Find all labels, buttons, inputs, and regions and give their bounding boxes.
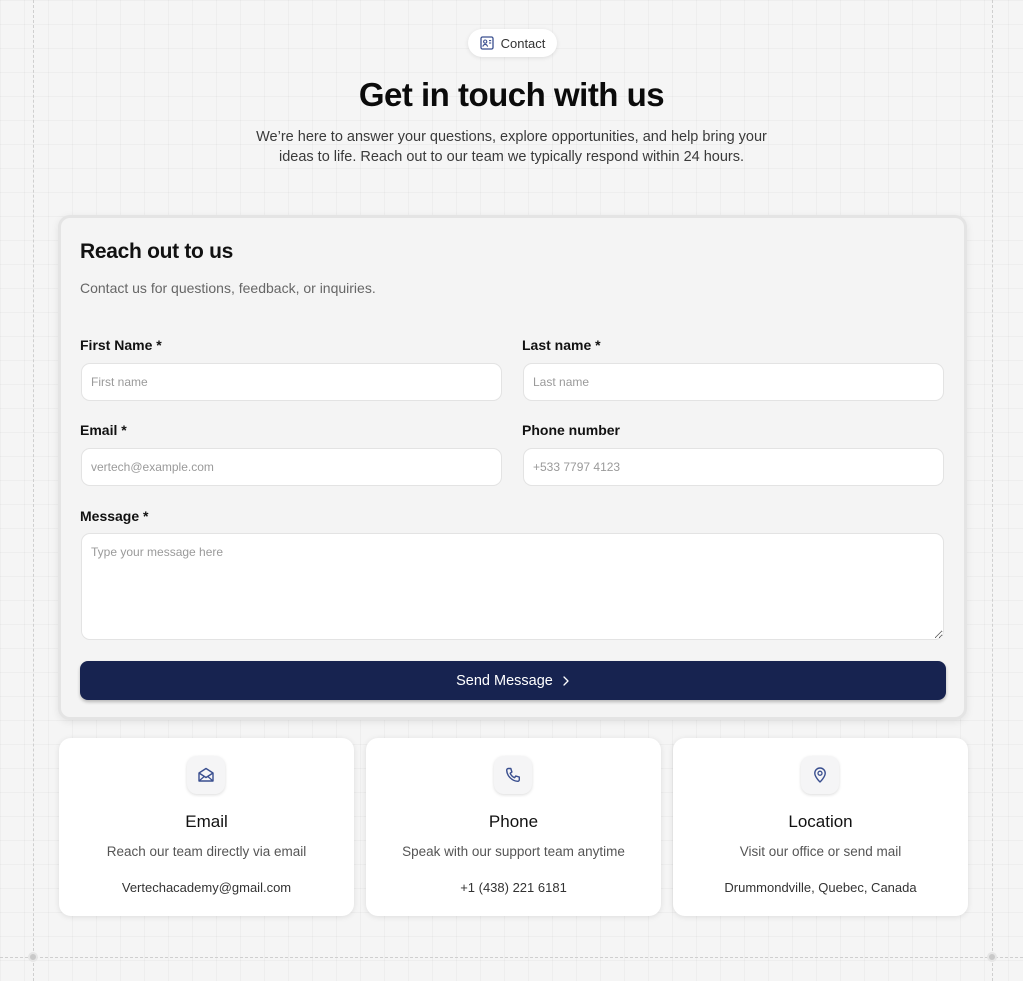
first-name-label: First Name * — [80, 337, 162, 353]
send-message-button[interactable]: Send Message — [80, 661, 946, 700]
page-subtitle: We’re here to answer your questions, exp… — [256, 129, 767, 165]
chevron-right-icon — [563, 675, 569, 686]
phone-card: Phone Speak with our support team anytim… — [366, 738, 661, 916]
contact-card-icon — [479, 36, 494, 50]
guide-line-bottom — [0, 957, 1023, 958]
guide-dot-left — [28, 952, 38, 962]
send-message-label: Send Message — [456, 672, 553, 689]
contact-form: Reach out to us Contact us for questions… — [58, 215, 967, 720]
last-name-input[interactable] — [523, 363, 944, 401]
phone-card-icon-box — [494, 756, 532, 794]
email-card-description: Reach our team directly via email — [106, 844, 307, 859]
form-title: Reach out to us — [80, 240, 234, 263]
message-label: Message * — [80, 508, 149, 524]
email-card-icon-box — [187, 756, 225, 794]
email-label: Email * — [80, 422, 127, 438]
location-card-title: Location — [788, 812, 853, 831]
mail-icon — [198, 767, 214, 782]
email-card-title: Email — [185, 812, 228, 831]
page-title: Get in touch with us — [358, 76, 665, 113]
location-card-icon-box — [801, 756, 839, 794]
form-subtitle: Contact us for questions, feedback, or i… — [80, 280, 376, 296]
phone-label: Phone number — [522, 422, 621, 438]
contact-badge-label: Contact — [500, 35, 546, 51]
contact-badge: Contact — [468, 29, 557, 57]
guide-line-right — [992, 0, 993, 981]
location-pin-icon — [814, 767, 826, 783]
phone-card-description: Speak with our support team anytime — [402, 844, 625, 859]
location-card-value: Drummondville, Quebec, Canada — [724, 880, 917, 895]
guide-line-left — [33, 0, 34, 981]
email-input[interactable] — [81, 448, 502, 486]
email-card-value[interactable]: Vertechacademy@gmail.com — [59, 880, 354, 895]
phone-icon — [506, 767, 520, 782]
last-name-label: Last name * — [522, 337, 601, 353]
phone-card-value[interactable]: +1 (438) 221 6181 — [366, 880, 661, 895]
phone-input[interactable] — [523, 448, 944, 486]
message-textarea[interactable] — [81, 533, 944, 640]
phone-card-title: Phone — [488, 812, 539, 831]
location-card-description: Visit our office or send mail — [739, 844, 902, 859]
email-card: Email Reach our team directly via email … — [59, 738, 354, 916]
guide-dot-right — [987, 952, 997, 962]
first-name-input[interactable] — [81, 363, 502, 401]
location-card: Location Visit our office or send mail D… — [673, 738, 968, 916]
